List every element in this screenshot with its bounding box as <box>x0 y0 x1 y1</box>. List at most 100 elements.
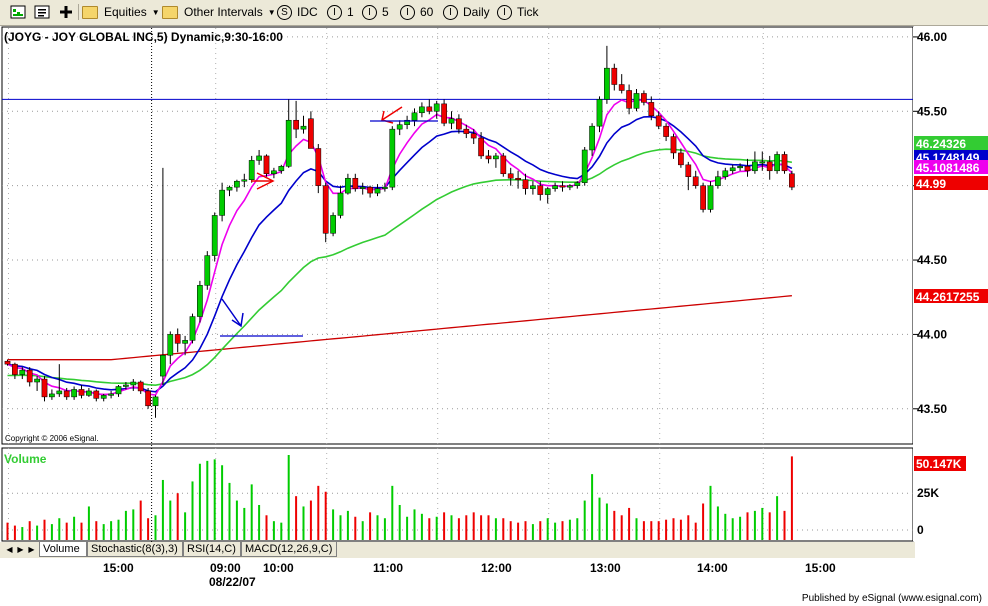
candle-body <box>618 84 625 91</box>
chart-header: (JOYG - JOY GLOBAL INC,5) Dynamic,9:30-1… <box>4 30 283 44</box>
candle-body <box>766 161 773 172</box>
chevron-down-icon: ▼ <box>151 7 160 17</box>
tab-stochastic[interactable]: Stochastic(8(3),3) <box>87 542 183 557</box>
interval-5-button[interactable]: I 5 <box>362 3 389 21</box>
candle-body <box>752 161 758 172</box>
interval-tick-button[interactable]: I Tick <box>497 3 539 21</box>
button-label: 1 <box>347 5 354 19</box>
chevron-down-icon: ▼ <box>267 7 276 17</box>
time-label: 14:00 <box>697 561 728 575</box>
interval-icon: I <box>400 4 415 20</box>
price-axis-label: 44.50 <box>917 253 947 267</box>
candle-body <box>182 340 188 344</box>
symbol-source-button[interactable]: S IDC <box>277 3 318 21</box>
copyright-text: Copyright © 2006 eSignal. <box>5 434 99 443</box>
time-label: 15:00 <box>805 561 836 575</box>
tab-last-button[interactable]: ▶ <box>26 544 37 555</box>
candle-body <box>678 152 684 166</box>
candle-body <box>234 180 240 188</box>
candle-body <box>137 381 144 392</box>
price-tag-label: 46.24326 <box>916 137 966 151</box>
candle-body <box>322 185 329 234</box>
time-axis: 15:00 09:00 10:00 11:00 12:00 13:00 14:0… <box>0 558 988 606</box>
candle-body <box>4 360 11 365</box>
candle-body <box>152 396 159 407</box>
tab-next-button[interactable]: ▶ <box>15 544 26 555</box>
candle-body <box>729 167 736 172</box>
volume-tag-label: 50.147K <box>916 457 962 471</box>
candle-body <box>219 189 225 216</box>
candle-body <box>411 112 418 121</box>
candle-body <box>433 103 440 112</box>
candle-body <box>574 182 581 186</box>
add-icon[interactable] <box>58 4 74 20</box>
candle-body <box>419 106 425 114</box>
candle-body <box>722 170 729 177</box>
candle-body <box>108 393 114 396</box>
candle-body <box>456 118 462 130</box>
price-tag-label: 45.1081486 <box>916 161 980 175</box>
candle-body <box>515 177 521 180</box>
interval-1-button[interactable]: I 1 <box>327 3 354 21</box>
price-tag-label: 44.99 <box>916 177 946 191</box>
price-tag-label: 44.2617255 <box>916 290 980 304</box>
candle-body <box>34 378 40 383</box>
candle-body <box>507 173 514 179</box>
candle-body <box>123 384 129 387</box>
candle-body <box>197 285 203 317</box>
candle-body <box>308 118 314 149</box>
candle-body <box>707 185 714 210</box>
candle-body <box>537 185 544 195</box>
interval-daily-button[interactable]: I Daily <box>443 3 490 21</box>
candle-body <box>374 188 381 194</box>
candle-body <box>160 354 166 377</box>
candle-body <box>493 155 499 160</box>
candle-body <box>248 160 255 180</box>
price-axis-label: 46.00 <box>917 30 947 44</box>
intervals-label: Other Intervals <box>184 5 263 19</box>
price-chart[interactable]: 46.0045.5045.0044.5044.0043.5025K0 46.24… <box>0 26 988 542</box>
interval-icon: I <box>362 4 377 20</box>
tab-macd[interactable]: MACD(12,26,9,C) <box>241 542 337 557</box>
button-label: 60 <box>420 5 434 19</box>
candle-body <box>604 67 610 100</box>
tab-volume[interactable]: Volume <box>39 542 87 557</box>
tab-rsi[interactable]: RSI(14,C) <box>183 542 241 557</box>
button-label: IDC <box>297 5 318 19</box>
tab-first-button[interactable]: ◀ <box>4 544 15 555</box>
study-tabs: ◀ ▶ ▶ Volume Stochastic(8(3),3) RSI(14,C… <box>0 542 915 558</box>
candle-body <box>700 185 706 210</box>
candle-body <box>448 118 455 124</box>
equities-dropdown[interactable]: Equities ▼ <box>82 3 160 21</box>
symbol-icon: S <box>277 4 292 20</box>
candle-body <box>692 176 699 186</box>
settings-icon[interactable] <box>34 4 50 20</box>
candle-body <box>581 149 588 183</box>
time-label: 11:00 <box>373 561 404 575</box>
candle-body <box>300 125 307 130</box>
price-panel <box>1 26 914 445</box>
candle-body <box>78 389 85 396</box>
equities-label: Equities <box>104 5 147 19</box>
candle-body <box>389 128 396 188</box>
volume-label: Volume <box>4 452 47 466</box>
toolbar: Equities ▼ Other Intervals ▼ S IDC I 1 I… <box>0 0 988 26</box>
interval-60-button[interactable]: I 60 <box>400 3 433 21</box>
candle-body <box>174 334 181 344</box>
chart-icon[interactable] <box>10 4 26 20</box>
time-label: 13:00 <box>590 561 621 575</box>
candle-body <box>63 390 70 398</box>
candle-body <box>655 115 662 127</box>
candle-body <box>41 378 48 398</box>
candle-body <box>500 155 507 175</box>
candle-body <box>396 124 403 130</box>
candle-body <box>648 102 655 117</box>
candle-body <box>589 125 595 151</box>
candle-body <box>641 93 647 103</box>
price-axis-label: 43.50 <box>917 402 947 416</box>
intervals-dropdown[interactable]: Other Intervals ▼ <box>162 3 276 21</box>
candle-body <box>330 215 336 234</box>
price-axis-label: 44.00 <box>917 327 947 341</box>
candle-body <box>204 255 211 286</box>
candle-body <box>426 106 433 112</box>
